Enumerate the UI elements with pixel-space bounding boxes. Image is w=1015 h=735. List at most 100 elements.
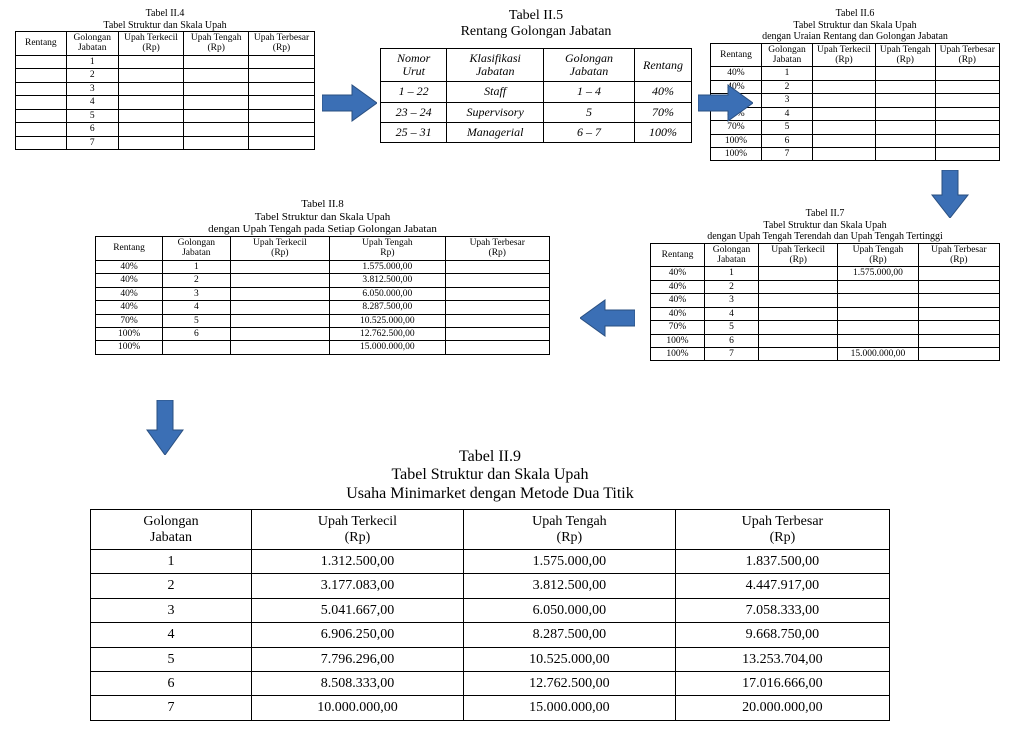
table-row: 100%612.762.500,00 (96, 327, 550, 340)
col-terbesar: Upah Terbesar(Rp) (935, 43, 999, 67)
col-golongan: GolonganJabatan (762, 43, 813, 67)
table-row: 40%3 (651, 294, 1000, 307)
arrow-left-icon (580, 298, 635, 338)
col-rentang: Rentang (634, 49, 691, 82)
table-row: 7 (16, 136, 315, 149)
table-II7-title3: dengan Upah Tengah Terendah dan Upah Ten… (650, 231, 1000, 243)
col-golongan: GolonganJabatan (163, 236, 230, 260)
col-nomor: Nomor Urut (381, 49, 447, 82)
table-row: 710.000.000,0015.000.000,0020.000.000,00 (91, 696, 890, 720)
table-row: 40%11.575.000,00 (651, 267, 1000, 280)
table-II6-title3: dengan Uraian Rentang dan Golongan Jabat… (710, 31, 1000, 43)
table-II6-title1: Tabel II.6 (710, 8, 1000, 20)
table-row: Nomor Urut Klasifikasi Jabatan Golongan … (381, 49, 692, 82)
arrow-right-icon (322, 83, 377, 123)
table-row: 100%6 (711, 134, 1000, 147)
arrow-right-icon (698, 83, 753, 123)
table-II9-title3: Usaha Minimarket dengan Metode Dua Titik (90, 485, 890, 503)
col-terbesar: Upah Terbesar(Rp) (249, 32, 315, 56)
col-tengah: Upah Tengah(Rp) (875, 43, 935, 67)
col-terbesar: Upah Terbesar(Rp) (445, 236, 550, 260)
table-row: 100%6 (651, 334, 1000, 347)
table-II8-block: Tabel II.8 Tabel Struktur dan Skala Upah… (95, 198, 550, 355)
table-II5-block: Tabel II.5 Rentang Golongan Jabatan Nomo… (380, 8, 692, 143)
col-tengah: Upah Tengah(Rp) (463, 510, 675, 550)
arrow-down-icon (145, 400, 185, 455)
table-row: 40%1 (711, 67, 1000, 80)
table-row: 1 – 22Staff1 – 440% (381, 82, 692, 102)
table-II8: Rentang GolonganJabatan Upah Terkecil(Rp… (95, 236, 550, 355)
table-row: 40%3 (711, 94, 1000, 107)
col-golongan: Golongan Jabatan (543, 49, 634, 82)
table-row: 35.041.667,006.050.000,007.058.333,00 (91, 598, 890, 622)
table-row: 23.177.083,003.812.500,004.447.917,00 (91, 574, 890, 598)
col-tengah: Upah Tengah(Rp) (838, 243, 918, 267)
table-row: 46.906.250,008.287.500,009.668.750,00 (91, 623, 890, 647)
table-II7: Rentang GolonganJabatan Upah Terkecil(Rp… (650, 243, 1000, 362)
col-terkecil: Upah Terkecil(Rp) (252, 510, 464, 550)
table-II6: Rentang GolonganJabatan Upah Terkecil(Rp… (710, 43, 1000, 162)
table-II5-title1: Tabel II.5 (380, 8, 692, 24)
col-rentang: Rentang (16, 32, 67, 56)
table-row: 40%48.287.500,00 (96, 301, 550, 314)
table-row: 6 (16, 123, 315, 136)
col-golongan: GolonganJabatan (705, 243, 759, 267)
col-terkecil: Upah Terkecil(Rp) (118, 32, 184, 56)
table-II5: Nomor Urut Klasifikasi Jabatan Golongan … (380, 48, 692, 143)
table-row: 5 (16, 109, 315, 122)
col-golongan: GolonganJabatan (91, 510, 252, 550)
table-row: 68.508.333,0012.762.500,0017.016.666,00 (91, 671, 890, 695)
col-terkecil: Upah Terkecil(Rp) (759, 243, 838, 267)
table-row: 4 (16, 96, 315, 109)
table-II9: GolonganJabatan Upah Terkecil(Rp) Upah T… (90, 509, 890, 721)
table-row: Rentang GolonganJabatan Upah Terkecil(Rp… (16, 32, 315, 56)
table-row: 40%36.050.000,00 (96, 287, 550, 300)
table-row: 40%2 (651, 280, 1000, 293)
table-II5-title2: Rentang Golongan Jabatan (380, 24, 692, 40)
table-II8-title3: dengan Upah Tengah pada Setiap Golongan … (95, 223, 550, 236)
col-terkecil: Upah Terkecil(Rp) (813, 43, 876, 67)
table-II8-title1: Tabel II.8 (95, 198, 550, 211)
table-II6-block: Tabel II.6 Tabel Struktur dan Skala Upah… (710, 8, 1000, 161)
table-row: 40%11.575.000,00 (96, 260, 550, 273)
col-rentang: Rentang (96, 236, 163, 260)
table-row: Rentang GolonganJabatan Upah Terkecil(Rp… (711, 43, 1000, 67)
table-II8-title2: Tabel Struktur dan Skala Upah (95, 211, 550, 224)
table-row: 100%15.000.000,00 (96, 341, 550, 354)
table-row: 23 – 24Supervisory570% (381, 102, 692, 122)
table-II9-title1: Tabel II.9 (90, 448, 890, 466)
table-row: 40%23.812.500,00 (96, 274, 550, 287)
table-row: 1 (16, 55, 315, 68)
col-terkecil: Upah Terkecil(Rp) (230, 236, 330, 260)
table-row: 100%7 (711, 148, 1000, 161)
col-terbesar: Upah Terbesar(Rp) (918, 243, 999, 267)
table-row: 70%5 (651, 321, 1000, 334)
table-II9-title2: Tabel Struktur dan Skala Upah (90, 466, 890, 484)
col-tengah: Upah TengahRp) (330, 236, 445, 260)
arrow-down-icon (930, 170, 970, 218)
col-tengah: Upah Tengah(Rp) (184, 32, 249, 56)
table-II7-block: Tabel II.7 Tabel Struktur dan Skala Upah… (650, 208, 1000, 361)
table-row: 3 (16, 82, 315, 95)
table-row: 40%4 (651, 307, 1000, 320)
table-row: 2 (16, 69, 315, 82)
table-II4-block: Tabel II.4 Tabel Struktur dan Skala Upah… (15, 8, 315, 150)
col-golongan: GolonganJabatan (66, 32, 118, 56)
table-row: Rentang GolonganJabatan Upah Terkecil(Rp… (96, 236, 550, 260)
col-rentang: Rentang (711, 43, 762, 67)
table-row: 25 – 31Managerial6 – 7100% (381, 122, 692, 142)
table-row: 70%5 (711, 121, 1000, 134)
col-terbesar: Upah Terbesar(Rp) (675, 510, 889, 550)
table-row: 11.312.500,001.575.000,001.837.500,00 (91, 549, 890, 573)
table-row: 70%510.525.000,00 (96, 314, 550, 327)
col-klasifikasi: Klasifikasi Jabatan (447, 49, 544, 82)
table-row: 40%4 (711, 107, 1000, 120)
table-row: 40%2 (711, 80, 1000, 93)
table-II6-title2: Tabel Struktur dan Skala Upah (710, 20, 1000, 32)
table-row: GolonganJabatan Upah Terkecil(Rp) Upah T… (91, 510, 890, 550)
table-II4: Rentang GolonganJabatan Upah Terkecil(Rp… (15, 31, 315, 150)
table-row: 100%715.000.000,00 (651, 348, 1000, 361)
table-row: Rentang GolonganJabatan Upah Terkecil(Rp… (651, 243, 1000, 267)
table-II4-title1: Tabel II.4 (15, 8, 315, 20)
table-II4-title2: Tabel Struktur dan Skala Upah (15, 20, 315, 32)
